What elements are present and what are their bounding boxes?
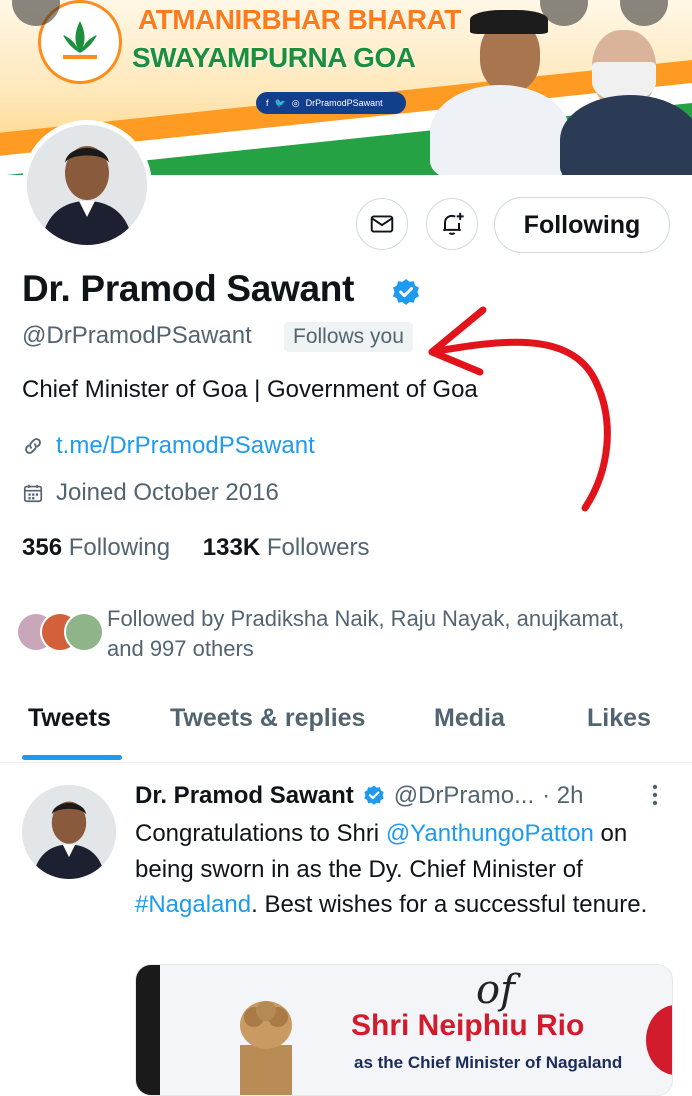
tweet-author-handle[interactable]: @DrPramo...: [394, 782, 534, 810]
followed-by-text[interactable]: Followed by Pradiksha Naik, Raju Nayak, …: [107, 604, 667, 664]
message-button[interactable]: [356, 198, 408, 250]
profile-joined: Joined October 2016: [22, 479, 279, 507]
banner-social-handle: DrPramodPSawant: [305, 98, 383, 108]
tweet-hashtag-link[interactable]: #Nagaland: [135, 891, 251, 918]
tab-media[interactable]: Media: [434, 704, 505, 733]
instagram-icon: ◎: [291, 97, 300, 108]
active-tab-indicator: [22, 755, 122, 760]
followers-stat[interactable]: 133K Followers: [203, 534, 370, 561]
tab-likes[interactable]: Likes: [587, 704, 651, 733]
notifications-button[interactable]: [426, 198, 478, 250]
profile-website[interactable]: t.me/DrPramodPSawant: [22, 432, 315, 460]
tweet-more-icon[interactable]: [648, 782, 662, 815]
followers-label: Followers: [266, 534, 370, 561]
verified-badge-icon: [393, 279, 419, 305]
media-red-seal: [646, 1005, 672, 1075]
banner-social-handles: f 🐦 ◎ DrPramodPSawant: [256, 92, 406, 114]
tweet-mention-link[interactable]: @YanthungoPatton: [386, 820, 594, 847]
profile-tabs: Tweets Tweets & replies Media Likes: [0, 696, 692, 764]
following-button[interactable]: Following: [494, 197, 670, 253]
national-emblem-icon: [240, 1001, 292, 1095]
tweet-text: Congratulations to Shri @YanthungoPatton…: [135, 816, 665, 923]
tab-tweets-and-replies[interactable]: Tweets & replies: [170, 704, 365, 733]
facebook-icon: f: [266, 98, 269, 108]
envelope-icon: [370, 215, 394, 233]
followers-count: 133K: [202, 534, 261, 561]
tweet-author-name[interactable]: Dr. Pramod Sawant: [135, 782, 354, 810]
tweet-author-avatar[interactable]: [22, 785, 116, 879]
profile-stats: 356 Following 133K Followers: [22, 534, 370, 562]
media-caption-subtitle: as the Chief Minister of Nagaland: [354, 1053, 623, 1072]
profile-website-link[interactable]: t.me/DrPramodPSawant: [56, 432, 315, 460]
profile-bio: Chief Minister of Goa | Government of Go…: [22, 376, 478, 403]
banner-headline: ATMANIRBHAR BHARAT: [138, 4, 461, 35]
avatar-photo: [27, 125, 147, 245]
profile-display-name: Dr. Pramod Sawant: [22, 268, 355, 309]
media-caption-title: Shri Neiphiu Rio: [351, 1009, 585, 1042]
media-dark-edge: [136, 965, 160, 1095]
tweet-media-image[interactable]: of Shri Neiphiu Rio as the Chief Ministe…: [135, 964, 673, 1096]
tab-tweets[interactable]: Tweets: [28, 704, 111, 733]
profile-handle: @DrPramodPSawant: [22, 322, 252, 349]
more-options-button[interactable]: [620, 0, 668, 26]
following-count: 356: [22, 534, 63, 561]
tabs-divider: [0, 762, 692, 763]
bell-plus-icon: [443, 212, 464, 235]
verified-badge-icon: [364, 785, 384, 805]
profile-joined-date: Joined October 2016: [56, 479, 279, 506]
twitter-icon: 🐦: [274, 97, 286, 108]
calendar-icon: [23, 484, 43, 503]
link-icon: [25, 438, 41, 454]
media-caption-top: of: [476, 967, 515, 1013]
tweet-text-part: . Best wishes for a successful tenure.: [251, 891, 648, 918]
avatar: [64, 612, 104, 652]
following-stat[interactable]: 356 Following: [22, 534, 170, 561]
banner-subheadline: SWAYAMPURNA GOA: [132, 42, 416, 73]
followed-by-avatars[interactable]: [16, 612, 104, 654]
follows-you-badge: Follows you: [284, 322, 413, 352]
tweet-header: Dr. Pramod Sawant @DrPramo... · 2h: [135, 782, 583, 810]
tweet-text-part: Congratulations to Shri: [135, 820, 386, 847]
profile-avatar[interactable]: [22, 120, 152, 250]
tweet-timestamp[interactable]: · 2h: [542, 782, 583, 810]
following-label: Following: [68, 534, 171, 561]
